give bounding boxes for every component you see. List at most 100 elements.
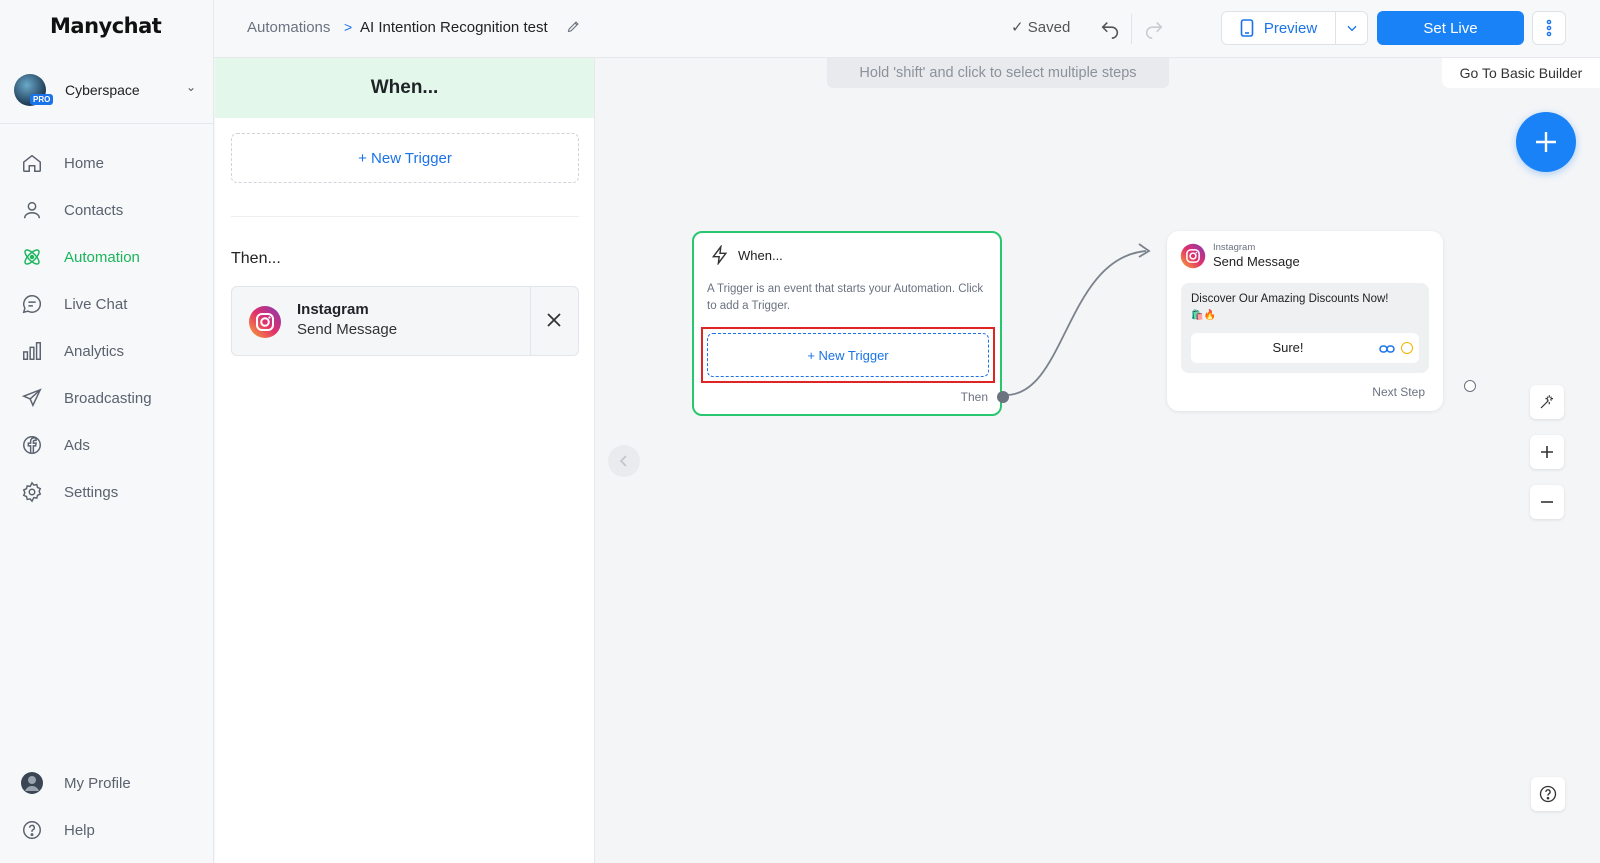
step-connector (1005, 243, 1151, 396)
sidebar-item-label: My Profile (64, 774, 131, 792)
trigger-node-new-trigger-button[interactable]: + New Trigger (707, 333, 989, 377)
divider (530, 287, 531, 355)
message-node-title: Send Message (1213, 254, 1300, 269)
canvas-help-button[interactable] (1531, 777, 1565, 811)
redo-icon[interactable] (1143, 18, 1165, 45)
sidebar-item-settings[interactable]: Settings (0, 472, 214, 512)
channel-label: Instagram (1213, 242, 1256, 253)
sidebar: Manychat PRO Cyberspace ⌄ Home Contacts … (0, 0, 214, 863)
pencil-icon[interactable] (566, 19, 581, 39)
collapse-panel-button[interactable] (608, 445, 640, 477)
trigger-node-description: A Trigger is an event that starts your A… (707, 283, 984, 312)
more-vertical-icon (1546, 19, 1552, 37)
multi-select-hint: Hold 'shift' and click to select multipl… (827, 58, 1169, 88)
sidebar-item-ads[interactable]: Ads (0, 425, 214, 465)
next-step-card[interactable]: Instagram Send Message (231, 286, 579, 356)
preview-button[interactable]: Preview (1221, 11, 1336, 45)
divider (231, 216, 579, 217)
magic-wand-icon (1540, 395, 1553, 409)
more-options-button[interactable] (1532, 11, 1566, 45)
breadcrumb-automations[interactable]: Automations (247, 19, 330, 36)
checkmark-icon: ✓ (1011, 19, 1024, 36)
panel-title: When... (215, 58, 594, 118)
trigger-node[interactable]: When... A Trigger is an event that start… (692, 231, 1009, 416)
phone-icon (1240, 19, 1254, 37)
plus-icon (1541, 446, 1553, 458)
pro-badge: PRO (30, 94, 54, 105)
step-subtitle: Send Message (297, 321, 398, 338)
help-icon (20, 818, 44, 842)
quick-reply-button[interactable]: Sure! (1191, 333, 1419, 363)
saved-status: ✓ Saved (1011, 18, 1070, 36)
sidebar-item-label: Ads (64, 436, 90, 454)
close-icon[interactable] (545, 311, 563, 334)
go-to-basic-builder-button[interactable]: Go To Basic Builder (1442, 58, 1600, 88)
saved-label: Saved (1027, 19, 1071, 36)
breadcrumb-separator: > (344, 19, 353, 35)
step-title: Instagram (297, 301, 369, 318)
sidebar-item-label: Home (64, 154, 105, 172)
then-label: Then... (231, 250, 281, 267)
manychat-logo[interactable]: Manychat (50, 14, 162, 38)
sidebar-item-label: Analytics (64, 342, 125, 360)
reply-port[interactable] (1401, 342, 1413, 354)
message-emoji: 🛍️🔥 (1191, 310, 1216, 321)
sidebar-item-label: Live Chat (64, 295, 128, 313)
facebook-icon (20, 433, 44, 457)
sidebar-item-automation[interactable]: Automation (0, 237, 214, 277)
send-message-node[interactable]: Instagram Send Message Discover Our Amaz… (1167, 231, 1443, 411)
step-panel: When... + New Trigger Then... Instagram … (215, 58, 595, 863)
output-port[interactable] (997, 391, 1009, 403)
workspace-switcher[interactable]: PRO Cyberspace ⌄ (0, 60, 214, 124)
then-label: Then (960, 390, 988, 404)
avatar-icon (20, 771, 44, 795)
sidebar-item-broadcasting[interactable]: Broadcasting (0, 378, 214, 418)
chevron-down-icon (1346, 25, 1357, 32)
help-icon (1539, 785, 1557, 803)
workspace-name: Cyberspace (65, 82, 140, 98)
send-icon (20, 386, 44, 410)
sidebar-item-label: Help (64, 821, 95, 839)
sidebar-item-help[interactable]: Help (0, 810, 214, 850)
preview-dropdown-button[interactable] (1335, 11, 1368, 45)
add-step-button[interactable] (1516, 112, 1576, 172)
preview-label: Preview (1263, 19, 1318, 37)
undo-icon[interactable] (1099, 18, 1121, 45)
set-live-button[interactable]: Set Live (1377, 11, 1524, 45)
chevron-left-icon (619, 455, 627, 467)
flow-canvas[interactable]: Hold 'shift' and click to select multipl… (596, 58, 1600, 863)
top-bar: Automations > AI Intention Recognition t… (214, 0, 1600, 58)
instagram-icon (248, 305, 282, 344)
sidebar-item-label: Automation (64, 248, 140, 266)
chevron-down-icon: ⌄ (186, 80, 197, 94)
zoom-out-button[interactable] (1530, 485, 1564, 519)
lightning-icon (710, 244, 730, 270)
zoom-in-button[interactable] (1530, 435, 1564, 469)
sidebar-item-analytics[interactable]: Analytics (0, 331, 214, 371)
user-icon (20, 198, 44, 222)
sidebar-item-label: Settings (64, 483, 119, 501)
bar-chart-icon (20, 339, 44, 363)
atom-icon (20, 245, 44, 269)
sidebar-item-label: Contacts (64, 201, 124, 219)
trigger-node-title: When... (738, 248, 783, 263)
minus-icon (1541, 501, 1553, 503)
message-bubble[interactable]: Discover Our Amazing Discounts Now! 🛍️🔥 … (1181, 283, 1429, 373)
new-trigger-button[interactable]: + New Trigger (231, 133, 579, 183)
link-icon (1379, 342, 1395, 360)
next-step-port[interactable] (1464, 380, 1476, 392)
sidebar-item-my-profile[interactable]: My Profile (0, 763, 214, 803)
sidebar-item-label: Broadcasting (64, 389, 152, 407)
instagram-icon (1180, 243, 1206, 274)
message-text: Discover Our Amazing Discounts Now! (1191, 293, 1389, 305)
next-step-label: Next Step (1372, 385, 1425, 399)
sidebar-item-live-chat[interactable]: Live Chat (0, 284, 214, 324)
sidebar-item-home[interactable]: Home (0, 143, 214, 183)
divider (1131, 14, 1132, 44)
home-icon (20, 151, 44, 175)
plus-icon (1536, 132, 1556, 152)
sidebar-item-contacts[interactable]: Contacts (0, 190, 214, 230)
magic-wand-button[interactable] (1530, 385, 1564, 419)
gear-icon (20, 480, 44, 504)
quick-reply-label: Sure! (1272, 340, 1304, 355)
